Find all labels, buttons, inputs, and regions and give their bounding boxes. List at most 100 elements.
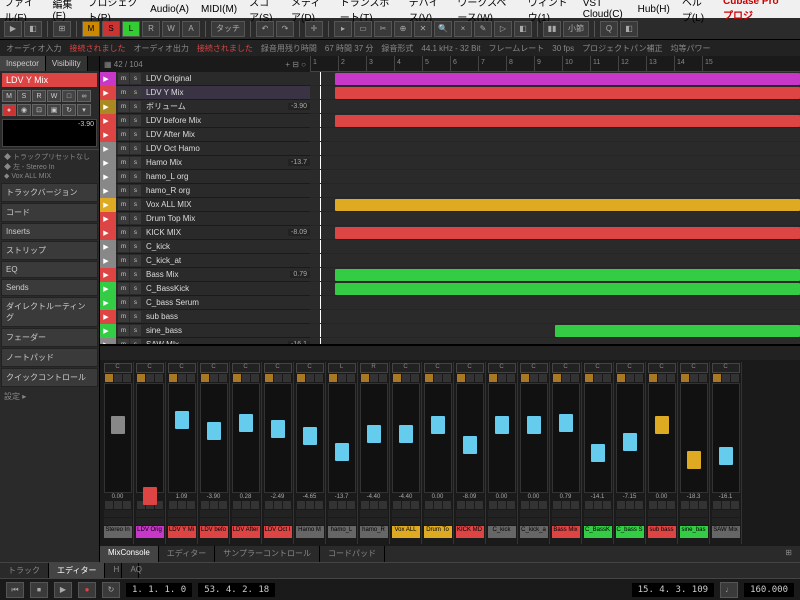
insert-slot[interactable] bbox=[456, 518, 484, 525]
channel-fader[interactable] bbox=[648, 383, 676, 493]
ch-mute[interactable] bbox=[265, 374, 273, 382]
track-row[interactable]: ▶ ms LDV After Mix bbox=[100, 128, 310, 142]
ruler-mark[interactable]: 8 bbox=[506, 56, 534, 71]
audio-clip[interactable] bbox=[335, 115, 800, 127]
ch-btn[interactable] bbox=[690, 501, 698, 509]
insert-slot[interactable] bbox=[424, 518, 452, 525]
mute-btn[interactable]: m bbox=[118, 87, 129, 98]
stop-btn[interactable]: ⏹ bbox=[30, 582, 48, 598]
solo-btn[interactable]: s bbox=[130, 283, 141, 294]
ch-btn[interactable] bbox=[233, 501, 241, 509]
track-row[interactable]: ▶ ms C_kick_at bbox=[100, 254, 310, 268]
mute-btn[interactable]: m bbox=[118, 311, 129, 322]
fader-cap[interactable] bbox=[367, 425, 381, 443]
insert-slot[interactable] bbox=[104, 518, 132, 525]
ch-btn[interactable] bbox=[530, 501, 538, 509]
fader-cap[interactable] bbox=[559, 414, 573, 432]
insert-slot[interactable] bbox=[712, 510, 740, 517]
inspector-section[interactable]: ダイレクトルーティング bbox=[1, 297, 98, 327]
audio-clip[interactable] bbox=[555, 325, 800, 337]
ch-btn[interactable] bbox=[210, 501, 218, 509]
mute-btn[interactable]: m bbox=[118, 171, 129, 182]
channel-fader[interactable] bbox=[232, 383, 260, 493]
ch-btn[interactable] bbox=[667, 374, 675, 382]
ch-btn[interactable] bbox=[443, 374, 451, 382]
ch-solo[interactable] bbox=[210, 374, 218, 382]
fader-cap[interactable] bbox=[687, 451, 701, 469]
pan-control[interactable]: C bbox=[680, 363, 708, 373]
mixer-channel[interactable]: R -4.40 hamo_R bbox=[358, 362, 390, 544]
mixer-channel[interactable]: C -83.0 LDV Orig bbox=[134, 362, 166, 544]
mute-btn[interactable]: m bbox=[118, 129, 129, 140]
insert-slot[interactable] bbox=[616, 518, 644, 525]
fader-cap[interactable] bbox=[271, 420, 285, 438]
solo-btn[interactable]: s bbox=[130, 87, 141, 98]
pan-control[interactable]: C bbox=[200, 363, 228, 373]
insert-slot[interactable] bbox=[360, 518, 388, 525]
pan-control[interactable]: C bbox=[392, 363, 420, 373]
ch-btn[interactable] bbox=[347, 501, 355, 509]
toolbar-btn[interactable]: ◧ bbox=[620, 21, 638, 37]
insert-slot[interactable] bbox=[424, 510, 452, 517]
tempo-value[interactable]: 160.000 bbox=[744, 583, 794, 597]
insert-slot[interactable] bbox=[392, 510, 420, 517]
ch-btn[interactable] bbox=[539, 374, 547, 382]
ch-solo[interactable] bbox=[466, 374, 474, 382]
ch-solo[interactable] bbox=[594, 374, 602, 382]
ch-mute[interactable] bbox=[457, 374, 465, 382]
ruler-mark[interactable]: 14 bbox=[674, 56, 702, 71]
track-row[interactable]: ▶ ms LDV Original bbox=[100, 72, 310, 86]
ch-btn[interactable] bbox=[658, 501, 666, 509]
pan-control[interactable]: C bbox=[424, 363, 452, 373]
ch-btn[interactable] bbox=[379, 501, 387, 509]
insert-slot[interactable] bbox=[136, 510, 164, 517]
ruler-mark[interactable]: 7 bbox=[478, 56, 506, 71]
pan-control[interactable]: C bbox=[616, 363, 644, 373]
ch-btn[interactable] bbox=[123, 374, 131, 382]
ruler-mark[interactable]: 10 bbox=[562, 56, 590, 71]
track-row[interactable]: ▶ ms LDV Oct Hamo bbox=[100, 142, 310, 156]
inspector-section[interactable]: ノートパッド bbox=[1, 348, 98, 367]
ch-btn[interactable] bbox=[347, 374, 355, 382]
play-icon[interactable]: ▶ bbox=[100, 86, 112, 100]
channel-fader[interactable] bbox=[200, 383, 228, 493]
arrange-view[interactable]: 123456789101112131415 bbox=[310, 56, 800, 344]
zoom-tool[interactable]: 🔍 bbox=[434, 21, 452, 37]
pan-control[interactable]: C bbox=[712, 363, 740, 373]
clip-row[interactable] bbox=[310, 310, 800, 324]
ch-btn[interactable] bbox=[169, 501, 177, 509]
fader-cap[interactable] bbox=[303, 427, 317, 445]
play-icon[interactable]: ▶ bbox=[100, 72, 112, 86]
play-icon[interactable]: ▶ bbox=[100, 128, 112, 142]
solo-btn[interactable]: s bbox=[130, 185, 141, 196]
inspector-section[interactable]: ストリップ bbox=[1, 241, 98, 260]
mixer-channel[interactable]: C -4.40 Vox ALL bbox=[390, 362, 422, 544]
play-icon[interactable]: ▶ bbox=[100, 212, 112, 226]
mute-btn[interactable]: m bbox=[118, 325, 129, 336]
ch-btn[interactable] bbox=[201, 501, 209, 509]
fader-cap[interactable] bbox=[463, 436, 477, 454]
insp-btn[interactable]: ⊡ bbox=[32, 104, 46, 116]
ruler-mark[interactable]: 9 bbox=[534, 56, 562, 71]
clip-row[interactable] bbox=[310, 114, 800, 128]
solo-btn[interactable]: s bbox=[130, 213, 141, 224]
track-row[interactable]: ▶ ms Vox ALL MIX bbox=[100, 198, 310, 212]
clip-row[interactable] bbox=[310, 142, 800, 156]
clip-row[interactable] bbox=[310, 296, 800, 310]
clip-row[interactable] bbox=[310, 86, 800, 100]
audio-clip[interactable] bbox=[335, 269, 800, 281]
solo-btn[interactable]: s bbox=[130, 297, 141, 308]
inspector-section[interactable]: トラックバージョン bbox=[1, 183, 98, 202]
ch-btn[interactable] bbox=[315, 501, 323, 509]
mixer-channel[interactable]: C -16.1 SAW Mix bbox=[710, 362, 742, 544]
ch-mute[interactable] bbox=[201, 374, 209, 382]
ch-btn[interactable] bbox=[635, 501, 643, 509]
ch-btn[interactable] bbox=[338, 501, 346, 509]
play-icon[interactable]: ▶ bbox=[100, 114, 112, 128]
play-icon[interactable]: ▶ bbox=[100, 282, 112, 296]
ch-solo[interactable] bbox=[114, 374, 122, 382]
ch-btn[interactable] bbox=[731, 374, 739, 382]
pan-control[interactable]: L bbox=[328, 363, 356, 373]
rewind-btn[interactable]: ⏮ bbox=[6, 582, 24, 598]
ch-mute[interactable] bbox=[105, 374, 113, 382]
